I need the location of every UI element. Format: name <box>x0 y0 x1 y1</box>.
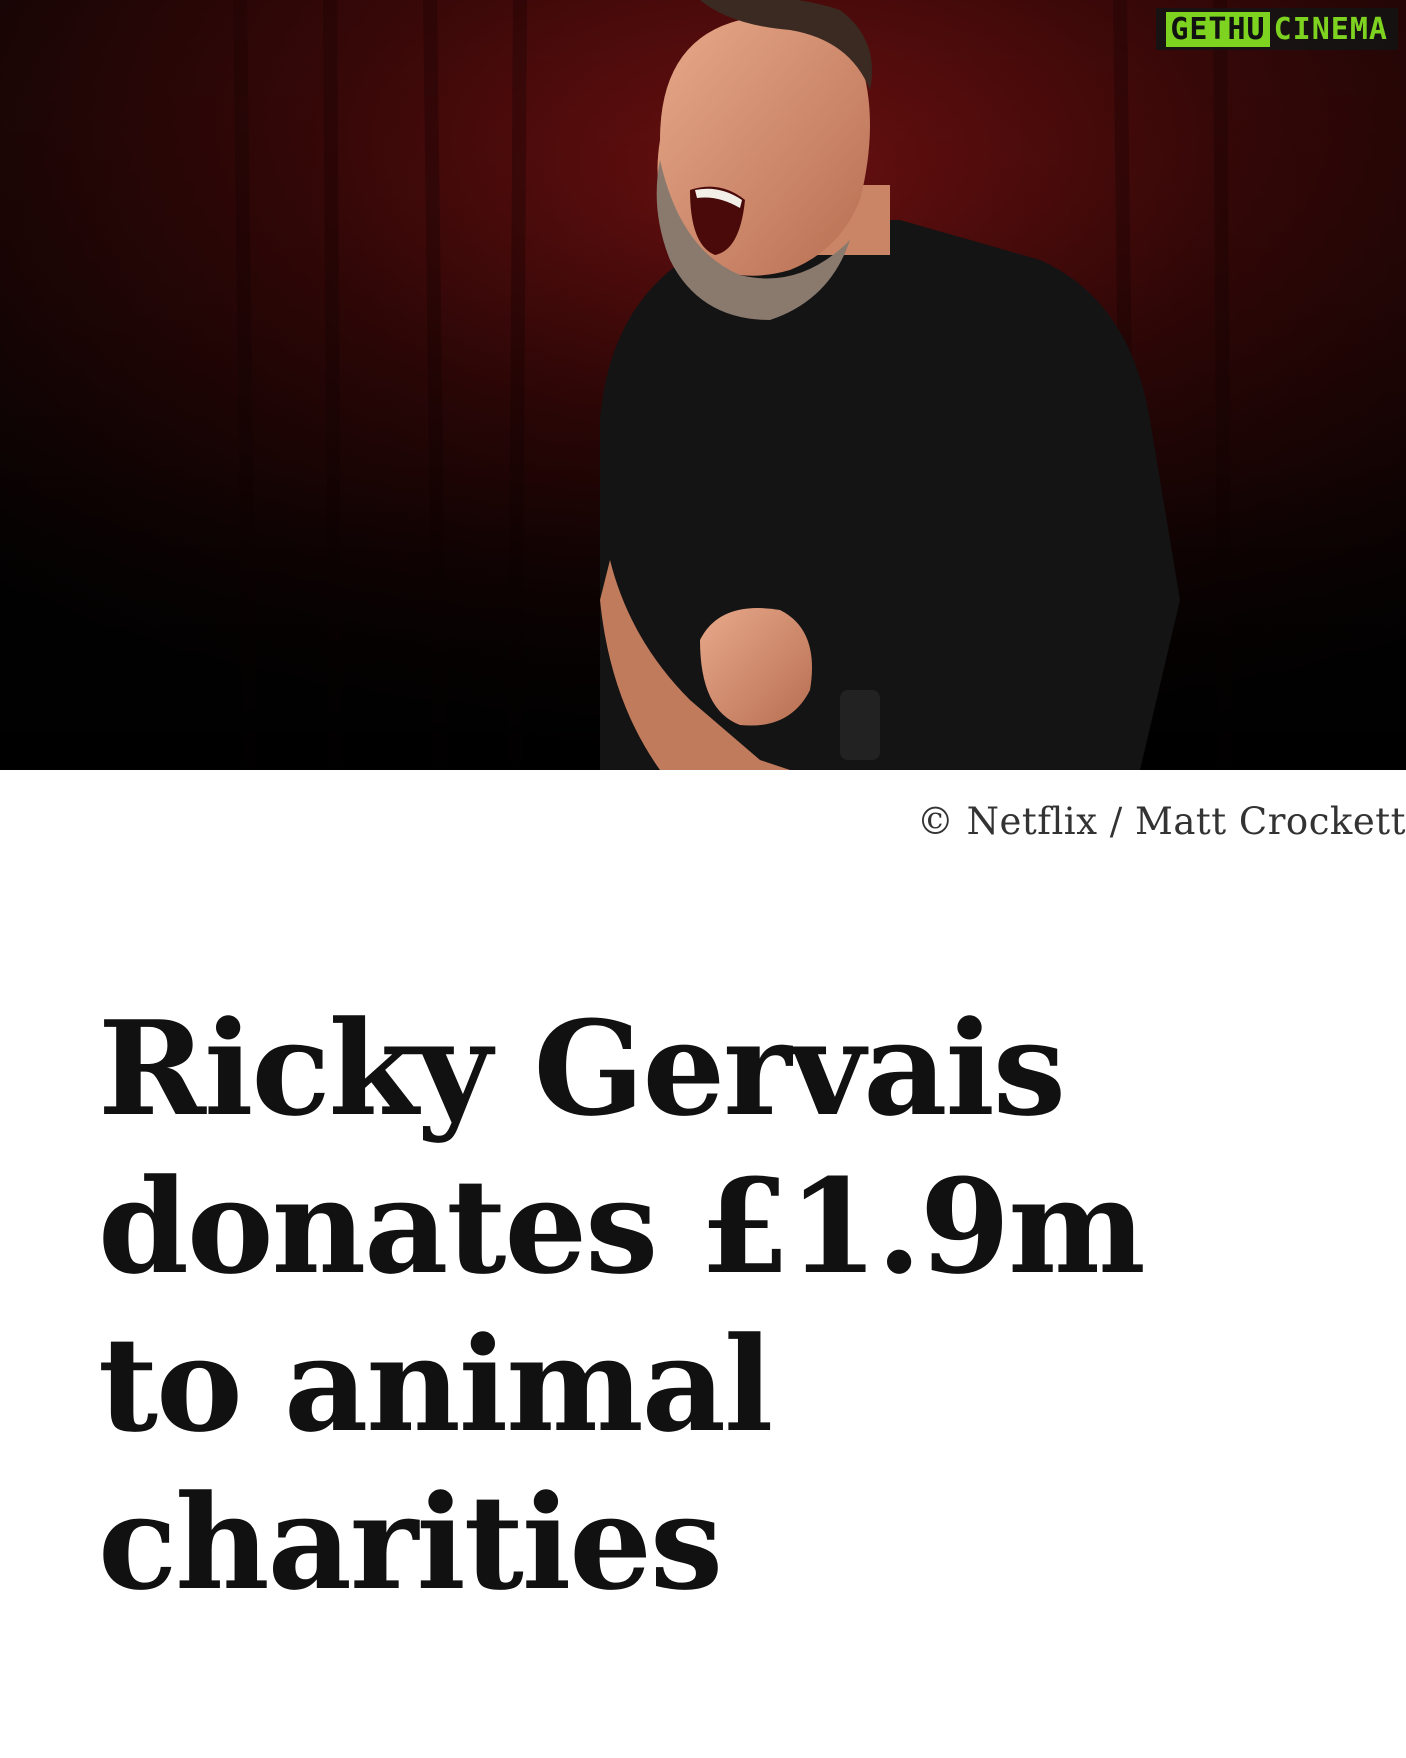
headline-line-2: donates £1.9m <box>98 1150 1146 1303</box>
headline-line-3: to animal <box>98 1308 773 1461</box>
hero-photo: GETHU CINEMA <box>0 0 1406 770</box>
watermark-logo: GETHU CINEMA <box>1156 8 1398 50</box>
headline-line-1: Ricky Gervais <box>98 992 1066 1145</box>
stage-photo-illustration <box>0 0 1406 770</box>
photo-credit: © Netflix / Matt Crockett <box>916 800 1406 843</box>
headline-line-4: charities <box>98 1466 723 1619</box>
watermark-part-one: GETHU <box>1166 11 1270 47</box>
article-headline: Ricky Gervais donates £1.9m to animal ch… <box>98 990 1318 1622</box>
watermark-part-two: CINEMA <box>1273 11 1388 47</box>
